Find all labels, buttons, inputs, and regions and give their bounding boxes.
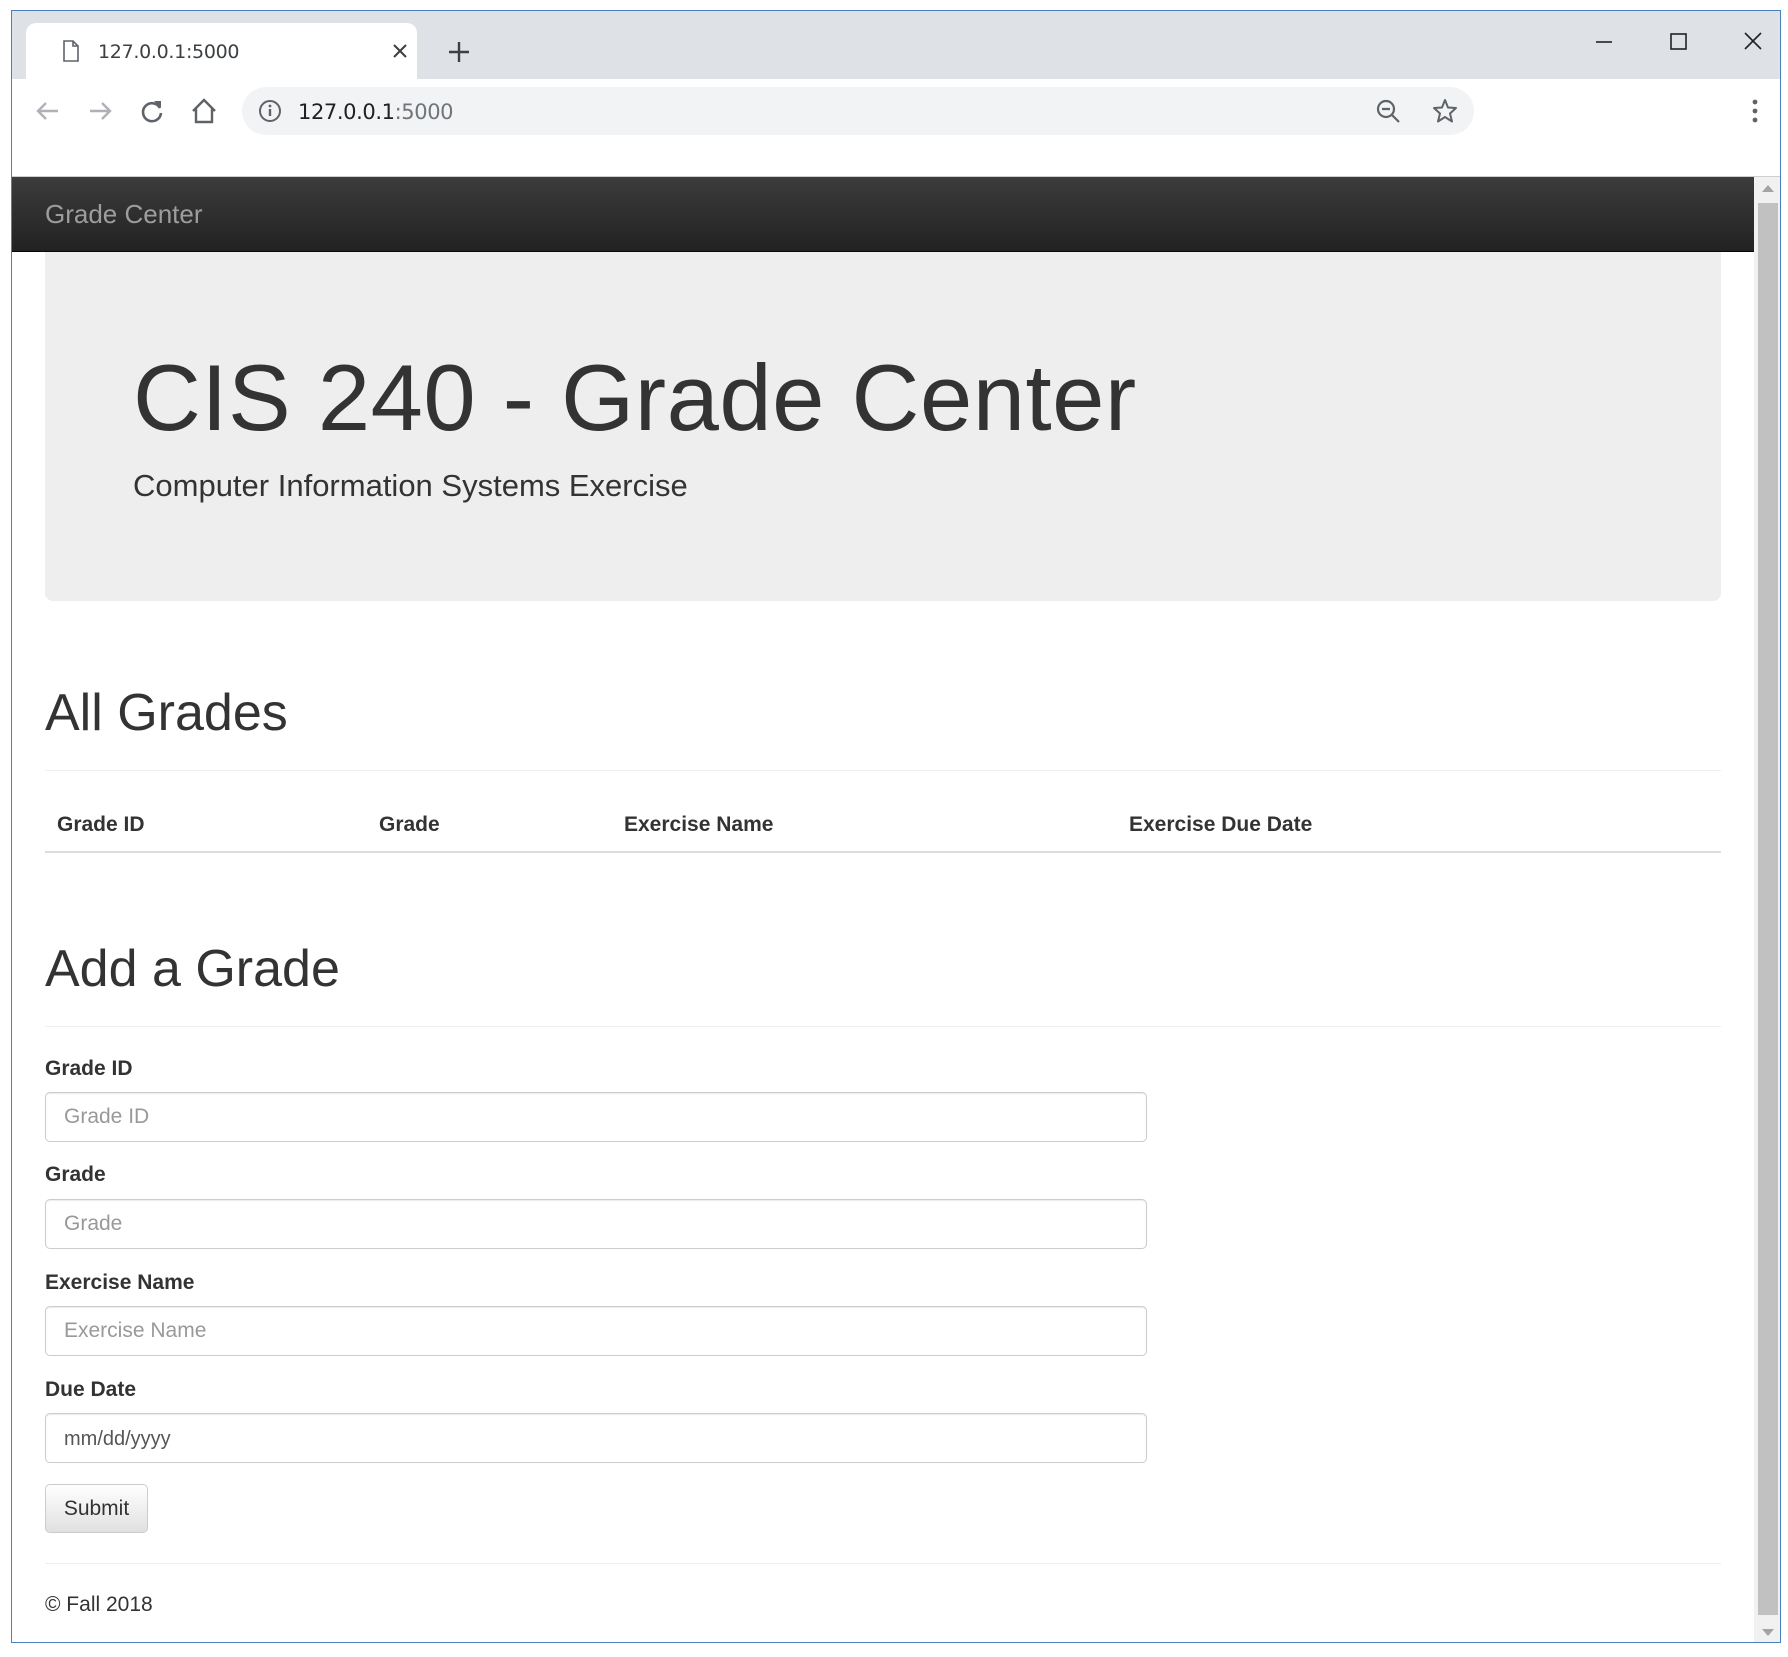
exercise-name-label: Exercise Name — [45, 1271, 195, 1294]
divider — [45, 1563, 1721, 1564]
divider — [45, 1026, 1721, 1027]
due-date-placeholder: mm/dd/yyyy — [64, 1428, 171, 1450]
close-window-icon[interactable] — [1733, 21, 1773, 61]
due-date-label: Due Date — [45, 1378, 137, 1401]
info-icon[interactable] — [258, 99, 282, 123]
due-date-input[interactable]: mm/dd/yyyy — [45, 1413, 1147, 1463]
browser-tab[interactable]: 127.0.0.1:5000 — [26, 23, 417, 80]
jumbotron: CIS 240 - Grade Center Computer Informat… — [45, 252, 1721, 601]
navbar-brand[interactable]: Grade Center — [45, 199, 203, 230]
page-subtitle: Computer Information Systems Exercise — [133, 468, 688, 503]
forward-arrow-icon[interactable] — [85, 96, 115, 126]
table-header-row: Grade ID Grade Exercise Name Exercise Du… — [45, 799, 1721, 853]
home-icon[interactable] — [189, 96, 219, 126]
all-grades-heading: All Grades — [45, 684, 288, 742]
page-icon — [63, 40, 79, 62]
minimize-icon[interactable] — [1584, 21, 1624, 61]
submit-button[interactable]: Submit — [45, 1484, 148, 1533]
grade-id-input[interactable] — [45, 1092, 1147, 1142]
navbar: Grade Center — [12, 177, 1754, 252]
add-grade-heading: Add a Grade — [45, 940, 340, 998]
scroll-up-arrow-icon[interactable] — [1762, 185, 1774, 192]
exercise-name-input[interactable] — [45, 1306, 1147, 1356]
address-bar[interactable]: 127.0.0.1:5000 — [242, 87, 1474, 135]
tab-strip: 127.0.0.1:5000 — [12, 11, 1780, 80]
page-viewport: Grade Center CIS 240 - Grade Center Comp… — [12, 177, 1754, 1642]
browser-window: 127.0.0.1:5000 127.0.0.1:5000 Grade Cent… — [11, 10, 1781, 1643]
grades-table: Grade ID Grade Exercise Name Exercise Du… — [45, 799, 1721, 853]
footer-copyright: © Fall 2018 — [45, 1593, 153, 1616]
vertical-scrollbar[interactable] — [1754, 177, 1780, 1642]
bookmark-star-icon[interactable] — [1431, 97, 1459, 125]
column-header-exercise-due-date: Exercise Due Date — [1117, 799, 1721, 853]
menu-dots-icon[interactable] — [1742, 95, 1768, 127]
reload-icon[interactable] — [137, 96, 167, 126]
close-tab-icon[interactable] — [390, 41, 410, 61]
back-arrow-icon[interactable] — [33, 96, 63, 126]
column-header-grade: Grade — [367, 799, 612, 853]
browser-toolbar: 127.0.0.1:5000 — [12, 79, 1780, 177]
zoom-out-icon[interactable] — [1375, 98, 1401, 124]
url-text: 127.0.0.1:5000 — [298, 100, 454, 124]
grade-id-label: Grade ID — [45, 1057, 133, 1080]
divider — [45, 770, 1721, 771]
column-header-exercise-name: Exercise Name — [612, 799, 1117, 853]
url-port: :5000 — [394, 100, 454, 124]
maximize-icon[interactable] — [1658, 21, 1698, 61]
scroll-down-arrow-icon[interactable] — [1762, 1629, 1774, 1636]
grade-label: Grade — [45, 1163, 106, 1186]
grade-input[interactable] — [45, 1199, 1147, 1249]
column-header-grade-id: Grade ID — [45, 799, 367, 853]
page-title: CIS 240 - Grade Center — [133, 345, 1137, 450]
scroll-thumb[interactable] — [1758, 203, 1778, 1615]
new-tab-icon[interactable] — [446, 39, 472, 65]
url-host: 127.0.0.1 — [298, 100, 395, 124]
tab-title: 127.0.0.1:5000 — [98, 41, 240, 63]
